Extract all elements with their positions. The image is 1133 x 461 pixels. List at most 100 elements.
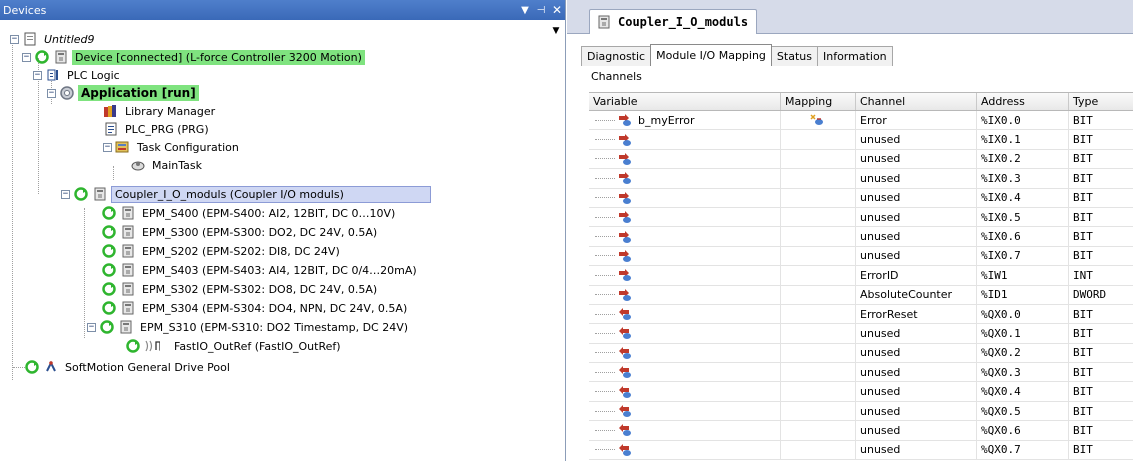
cell-mapping[interactable]	[781, 227, 856, 246]
cell-mapping[interactable]	[781, 246, 856, 266]
variable-content	[593, 403, 638, 419]
tab-information[interactable]: Information	[816, 46, 893, 66]
tab-module-io-mapping[interactable]: Module I/O Mapping	[650, 44, 772, 66]
cell-mapping[interactable]	[781, 188, 856, 207]
collapse-icon[interactable]: −	[87, 322, 96, 332]
tree-item-module[interactable]: EPM_S403 (EPM-S403: AI4, 12BIT, DC 0/4…2…	[101, 261, 420, 279]
table-row[interactable]: unused %IX0.5 BIT	[589, 207, 1133, 228]
collapse-icon[interactable]: −	[61, 189, 70, 199]
table-row[interactable]: unused %IX0.6 BIT	[589, 227, 1133, 247]
cell-variable[interactable]	[589, 227, 781, 246]
column-header-type[interactable]: Type	[1069, 93, 1133, 110]
cell-mapping[interactable]	[781, 343, 856, 363]
cell-variable[interactable]	[589, 285, 781, 304]
cell-mapping[interactable]	[781, 207, 856, 227]
collapse-icon[interactable]: −	[10, 34, 19, 44]
cell-variable[interactable]	[589, 169, 781, 188]
cell-variable[interactable]	[589, 246, 781, 266]
cell-mapping[interactable]	[781, 382, 856, 401]
cell-mapping[interactable]	[781, 111, 856, 130]
document-tab-coupler[interactable]: Coupler_I_O_moduls	[589, 9, 758, 34]
tab-diagnostic[interactable]: Diagnostic	[581, 46, 652, 66]
tree-item-fastio[interactable]: FastIO_OutRef (FastIO_OutRef)	[125, 337, 344, 355]
cell-variable[interactable]	[589, 343, 781, 363]
tree-item-softmotion[interactable]: SoftMotion General Drive Pool	[24, 358, 233, 376]
output-channel-icon	[617, 384, 633, 400]
input-channel-icon	[617, 112, 633, 128]
cell-variable[interactable]	[589, 382, 781, 401]
table-row[interactable]: unused %IX0.4 BIT	[589, 188, 1133, 208]
table-row[interactable]: AbsoluteCounter %ID1 DWORD	[589, 285, 1133, 305]
tree-item-module[interactable]: EPM_S202 (EPM-S202: DI8, DC 24V)	[101, 242, 343, 260]
cell-mapping[interactable]	[781, 285, 856, 304]
cell-mapping[interactable]	[781, 440, 856, 460]
collapse-icon[interactable]: −	[22, 52, 31, 62]
tree-item-library-manager[interactable]: Library Manager	[103, 102, 218, 120]
table-row[interactable]: unused %QX0.4 BIT	[589, 382, 1133, 402]
cell-variable[interactable]	[589, 188, 781, 207]
cell-variable[interactable]	[589, 149, 781, 169]
table-row[interactable]: ErrorReset %QX0.0 BIT	[589, 304, 1133, 325]
cell-variable[interactable]	[589, 440, 781, 460]
cell-mapping[interactable]	[781, 401, 856, 421]
cell-variable[interactable]: b_myError	[589, 111, 781, 130]
cell-address: %QX0.5	[977, 401, 1069, 421]
table-row[interactable]: unused %QX0.5 BIT	[589, 401, 1133, 422]
table-row[interactable]: ErrorID %IW1 INT	[589, 266, 1133, 286]
collapse-icon[interactable]: −	[103, 142, 112, 152]
cell-variable[interactable]	[589, 304, 781, 324]
tree-item-module[interactable]: EPM_S304 (EPM-S304: DO4, NPN, DC 24V, 0.…	[101, 299, 410, 317]
tree-item-plc-logic[interactable]: − PLC Logic	[33, 66, 123, 84]
table-row[interactable]: unused %QX0.1 BIT	[589, 324, 1133, 344]
cell-mapping[interactable]	[781, 169, 856, 188]
cell-mapping[interactable]	[781, 304, 856, 324]
table-row[interactable]: unused %IX0.3 BIT	[589, 169, 1133, 189]
collapse-icon[interactable]: −	[47, 88, 56, 98]
scroll-arrow-icon[interactable]: ▼	[549, 26, 563, 40]
cell-mapping[interactable]	[781, 421, 856, 440]
cell-mapping[interactable]	[781, 363, 856, 382]
cell-mapping[interactable]	[781, 149, 856, 169]
table-row[interactable]: unused %QX0.6 BIT	[589, 421, 1133, 441]
tree-item-plc-prg[interactable]: PLC_PRG (PRG)	[103, 120, 212, 138]
table-row[interactable]: unused %IX0.1 BIT	[589, 130, 1133, 150]
cell-variable[interactable]	[589, 207, 781, 227]
close-icon[interactable]: ✕	[549, 3, 565, 17]
cell-variable[interactable]	[589, 363, 781, 382]
table-row[interactable]: unused %QX0.7 BIT	[589, 440, 1133, 461]
column-header-mapping[interactable]: Mapping	[781, 93, 856, 110]
column-header-channel[interactable]: Channel	[856, 93, 977, 110]
pin-icon[interactable]: ⊣	[533, 5, 549, 16]
tree-item-coupler[interactable]: − Coupler_I_O_moduls (Coupler I/O moduls…	[61, 185, 431, 203]
table-row[interactable]: unused %IX0.2 BIT	[589, 149, 1133, 170]
input-channel-icon	[617, 248, 633, 264]
cell-variable[interactable]	[589, 266, 781, 285]
tree-item-task-configuration[interactable]: − Task Configuration	[103, 138, 242, 156]
cell-variable[interactable]	[589, 130, 781, 149]
column-header-variable[interactable]: Variable	[589, 93, 781, 110]
tree-item-module[interactable]: EPM_S300 (EPM-S300: DO2, DC 24V, 0.5A)	[101, 223, 380, 241]
cell-variable[interactable]	[589, 401, 781, 421]
tree-item-module[interactable]: − EPM_S310 (EPM-S310: DO2 Timestamp, DC …	[87, 318, 411, 336]
table-row[interactable]: unused %IX0.7 BIT	[589, 246, 1133, 267]
column-header-address[interactable]: Address	[977, 93, 1069, 110]
tree-item-module[interactable]: EPM_S302 (EPM-S302: DO8, DC 24V, 0.5A)	[101, 280, 380, 298]
cell-mapping[interactable]	[781, 130, 856, 149]
tab-status[interactable]: Status	[770, 46, 818, 66]
collapse-icon[interactable]: −	[33, 70, 42, 80]
dropdown-arrow-icon[interactable]: ▼	[517, 5, 533, 16]
cell-mapping[interactable]	[781, 266, 856, 285]
tree-item-main-task[interactable]: MainTask	[130, 156, 205, 174]
tree-item-module[interactable]: EPM_S400 (EPM-S400: AI2, 12BIT, DC 0…10V…	[101, 204, 398, 222]
tree-item-project[interactable]: − Untitled9	[10, 30, 98, 48]
library-icon	[103, 103, 119, 119]
table-row[interactable]: b_myError Error %IX0.0 BIT	[589, 111, 1133, 131]
table-row[interactable]: unused %QX0.3 BIT	[589, 363, 1133, 383]
cell-variable[interactable]	[589, 421, 781, 440]
tree-item-device[interactable]: − Device [connected] (L-force Controller…	[22, 48, 365, 66]
tree-item-application[interactable]: − Application [run]	[47, 84, 199, 102]
cell-mapping[interactable]	[781, 324, 856, 343]
tree-label: EPM_S400 (EPM-S400: AI2, 12BIT, DC 0…10V…	[142, 206, 396, 220]
cell-variable[interactable]	[589, 324, 781, 343]
table-row[interactable]: unused %QX0.2 BIT	[589, 343, 1133, 364]
